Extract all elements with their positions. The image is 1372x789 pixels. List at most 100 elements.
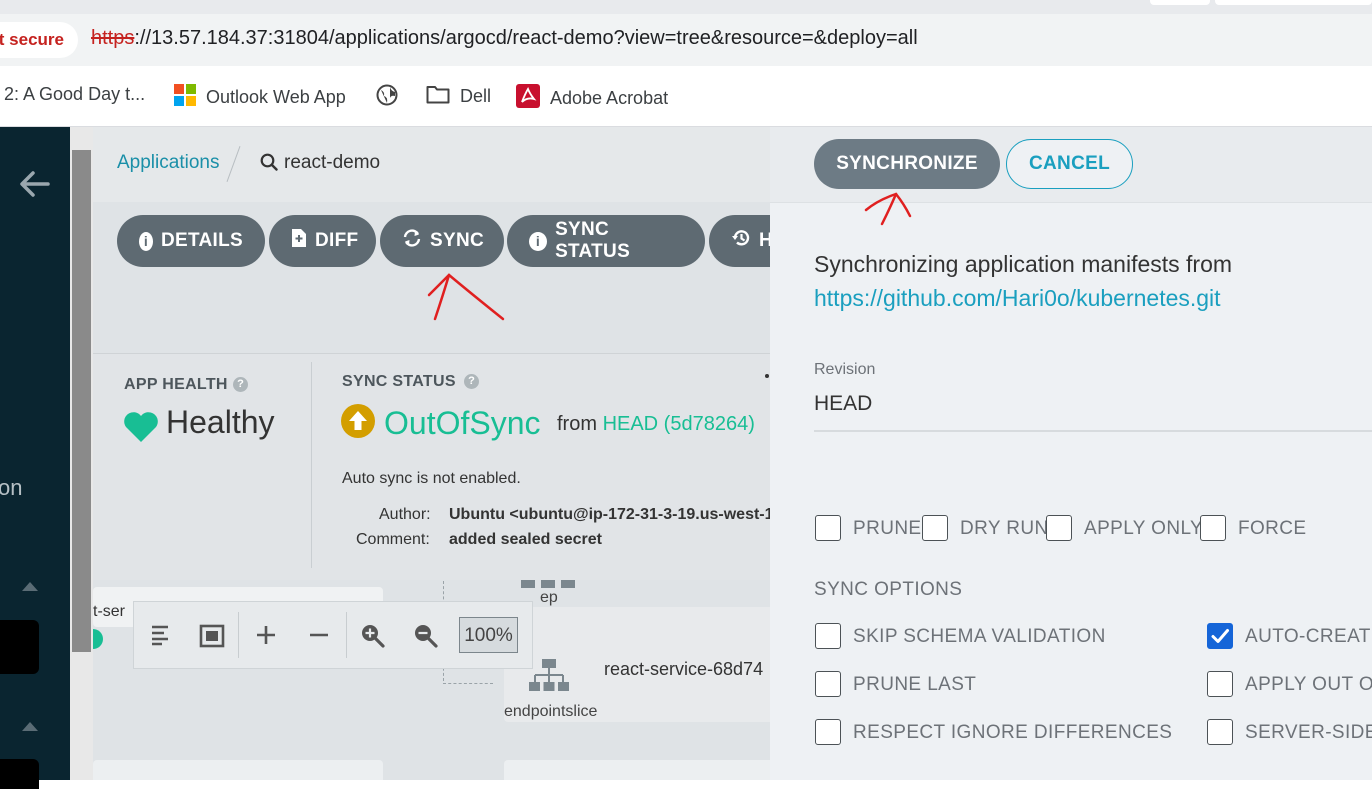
bookmark-label: 2: A Good Day t... <box>4 84 146 104</box>
details-button[interactable]: i DETAILS <box>117 215 265 267</box>
plus-icon[interactable] <box>255 624 277 651</box>
annotation-arrow-icon <box>864 192 912 226</box>
chevron-up-icon[interactable] <box>20 719 40 738</box>
bookmark-acrobat[interactable]: Adobe Acrobat <box>516 84 668 113</box>
search-icon <box>260 153 278 176</box>
revision-label: Revision <box>814 361 876 378</box>
history-button[interactable]: H <box>709 215 770 267</box>
tab-edge <box>1215 0 1372 5</box>
folder-icon <box>426 84 450 109</box>
cancel-button[interactable]: CANCEL <box>1006 139 1133 189</box>
skip-schema-validation-label: SKIP SCHEMA VALIDATION <box>853 626 1106 647</box>
scrollbar-thumb[interactable] <box>72 150 91 652</box>
heart-icon <box>123 411 159 448</box>
sync-status-button[interactable]: i SYNC STATUS <box>507 215 705 267</box>
diff-label: DIFF <box>315 230 359 251</box>
tree-edge <box>443 683 493 685</box>
breadcrumb-applications[interactable]: Applications <box>117 152 219 174</box>
toolbar-divider <box>238 612 239 658</box>
align-left-icon[interactable] <box>150 624 172 651</box>
app-health-heading: APP HEALTH <box>124 376 228 393</box>
skip-schema-validation-checkbox[interactable] <box>815 623 841 649</box>
bookmark-outlook[interactable]: Outlook Web App <box>174 84 346 111</box>
prune-last-label: PRUNE LAST <box>853 674 977 695</box>
panel-divider <box>311 362 312 568</box>
file-diff-icon <box>291 228 307 254</box>
prune-last-checkbox[interactable] <box>815 671 841 697</box>
diff-button[interactable]: DIFF <box>269 215 376 267</box>
comment-value: added sealed secret <box>449 531 602 548</box>
health-value: Healthy <box>166 404 275 440</box>
tree-node-label: ct-ser <box>93 603 125 620</box>
revision-underline <box>814 430 1372 432</box>
app-status-panel: APP HEALTH ? Healthy SYNC STATUS ? OutOf… <box>93 353 770 580</box>
tab-edge <box>1150 0 1210 5</box>
url-protocol: https <box>91 27 135 49</box>
zoom-in-icon[interactable] <box>360 623 386 654</box>
url-text[interactable]: https://13.57.184.37:31804/applications/… <box>91 27 918 50</box>
prune-checkbox[interactable] <box>815 515 841 541</box>
apply-only-label: APPLY ONLY <box>1084 518 1204 539</box>
sync-status-heading: SYNC STATUS <box>342 373 456 390</box>
bookmark-globe[interactable] <box>376 84 398 111</box>
tree-node[interactable] <box>93 760 383 780</box>
server-side-apply-checkbox[interactable] <box>1207 719 1233 745</box>
annotation-arrow-icon <box>427 273 505 321</box>
bookmark-label: Adobe Acrobat <box>550 88 669 108</box>
revision-link[interactable]: HEAD (5d78264) <box>603 413 755 435</box>
zoom-out-icon[interactable] <box>413 623 439 654</box>
server-side-apply-label: SERVER-SIDE A <box>1245 722 1372 743</box>
bookmark-good-day[interactable]: 2: A Good Day t... <box>4 84 145 105</box>
auto-create-checkbox[interactable] <box>1207 623 1233 649</box>
graph-toolbar: 100% <box>133 601 533 669</box>
sidebar-filter-box[interactable] <box>0 759 39 789</box>
apply-only-checkbox[interactable] <box>1046 515 1072 541</box>
respect-ignore-differences-checkbox[interactable] <box>815 719 841 745</box>
chevron-up-icon[interactable] <box>20 579 40 598</box>
sync-icon <box>402 228 422 254</box>
info-icon: i <box>139 231 154 251</box>
endpointslice-icon <box>529 657 569 698</box>
history-label: H <box>759 230 770 251</box>
help-icon[interactable]: ? <box>233 377 248 392</box>
sync-status-label: SYNC STATUS <box>555 219 631 262</box>
application-view: Applications react-demo i DETAILS DIFF SY… <box>93 127 770 780</box>
author-value: Ubuntu <ubuntu@ip-172-31-3-19.us-west-1 <box>449 506 770 523</box>
fit-screen-icon[interactable] <box>199 624 225 653</box>
sidebar-label-partial[interactable]: on <box>0 475 22 501</box>
sync-label: SYNC <box>430 230 484 251</box>
microsoft-logo-icon <box>174 84 196 111</box>
minus-icon[interactable] <box>308 624 330 651</box>
browser-tab-strip <box>0 0 1372 14</box>
breadcrumb-current-app: react-demo <box>284 152 381 173</box>
zoom-level[interactable]: 100% <box>459 617 518 653</box>
healthy-dot <box>93 629 103 649</box>
author-label: Author: <box>379 506 431 523</box>
check-icon <box>1211 628 1229 643</box>
bookmark-label: Dell <box>460 86 492 106</box>
auto-create-label: AUTO-CREATE <box>1245 626 1372 647</box>
prune-label: PRUNE <box>853 518 922 539</box>
sync-button[interactable]: SYNC <box>380 215 504 267</box>
sidebar-filter-box[interactable] <box>0 620 39 674</box>
url-path: ://13.57.184.37:31804/applications/argoc… <box>134 27 918 49</box>
more-dot <box>765 374 769 378</box>
dry-run-checkbox[interactable] <box>922 515 948 541</box>
force-checkbox[interactable] <box>1200 515 1226 541</box>
sync-intro-text: Synchronizing application manifests from <box>814 251 1233 277</box>
revision-value[interactable]: HEAD <box>814 392 872 416</box>
tree-node[interactable] <box>504 760 770 780</box>
globe-icon <box>376 84 398 111</box>
apply-out-of-sync-only-checkbox[interactable] <box>1207 671 1233 697</box>
bookmark-dell[interactable]: Dell <box>426 84 491 109</box>
out-of-sync-icon <box>341 404 375 438</box>
back-arrow-icon[interactable] <box>18 169 52 204</box>
details-label: DETAILS <box>161 230 243 251</box>
help-icon[interactable]: ? <box>464 374 479 389</box>
synchronize-button[interactable]: SYNCHRONIZE <box>814 139 1000 189</box>
apply-out-of-sync-only-label: APPLY OUT OF <box>1245 674 1372 695</box>
repo-url-link[interactable]: https://github.com/Hari0o/kubernetes.git <box>814 285 1221 312</box>
security-indicator[interactable]: t secure <box>0 22 78 58</box>
argocd-sidebar: on <box>0 127 70 789</box>
ep-label: ep <box>540 589 558 606</box>
